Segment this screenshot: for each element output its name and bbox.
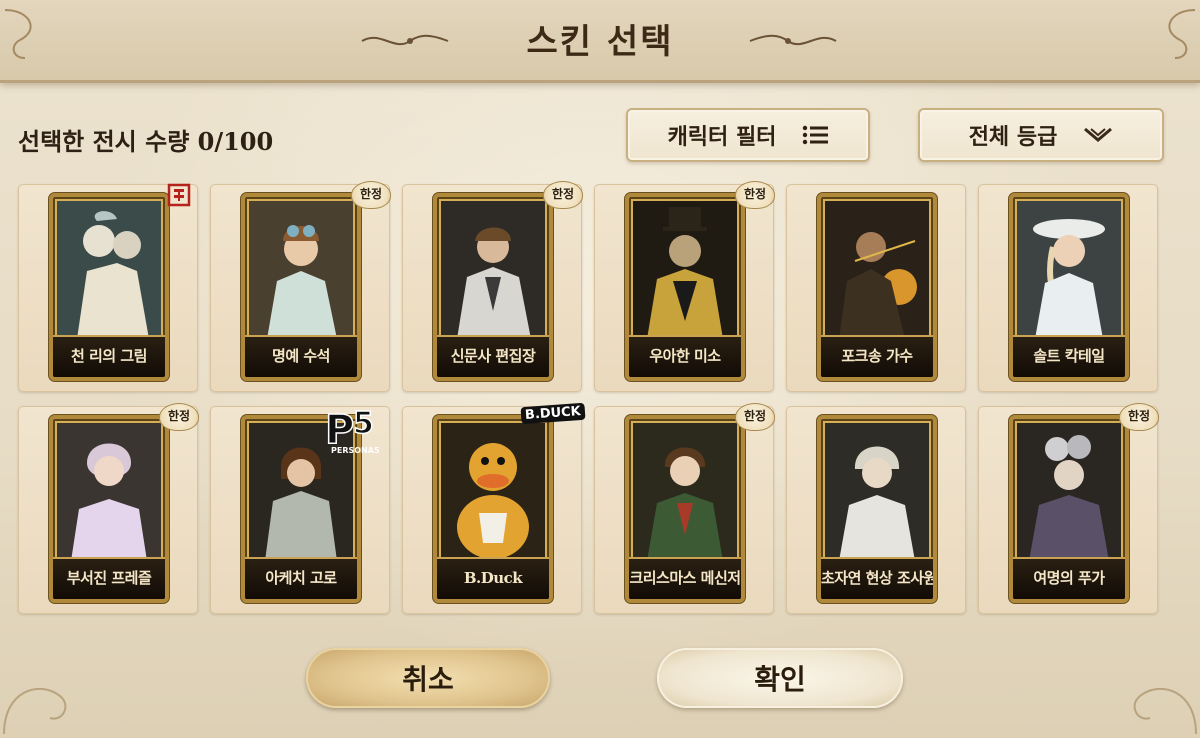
corner-ornament-icon <box>1133 687 1197 735</box>
skin-name: B.Duck <box>437 557 549 599</box>
skin-portrait-image <box>57 201 161 339</box>
corner-ornament-icon <box>1168 9 1196 59</box>
skin-portrait-image <box>825 201 929 339</box>
header-bar: 스킨 선택 <box>0 0 1200 83</box>
page-title: 스킨 선택 <box>526 22 674 62</box>
skin-portrait-image <box>1017 201 1121 339</box>
skin-frame: 크리스마스 메신저 <box>625 415 745 603</box>
confirm-label: 확인 <box>754 663 806 696</box>
skin-name: 포크송 가수 <box>821 335 933 377</box>
character-filter-label: 캐릭터 필터 <box>667 124 777 150</box>
skin-name: 솔트 칵테일 <box>1013 335 1125 377</box>
skin-portrait-image <box>1017 423 1121 561</box>
skin-name: 신문사 편집장 <box>437 335 549 377</box>
skin-card[interactable]: 부서진 프레즐 한정 <box>18 403 199 614</box>
skin-portrait-image <box>441 201 545 339</box>
skin-name: 아케치 고로 <box>245 557 357 599</box>
skin-frame: 초자연 현상 조사원 <box>817 415 937 603</box>
skin-name: 우아한 미소 <box>629 335 741 377</box>
limited-badge: 한정 <box>735 403 775 431</box>
limited-badge: 한정 <box>159 403 199 431</box>
limited-badge: 한정 <box>1119 403 1159 431</box>
confirm-button[interactable]: 확인 <box>657 648 903 708</box>
limited-badge: 한정 <box>543 181 583 209</box>
skin-frame: B.Duck <box>433 415 553 603</box>
skin-card[interactable]: 솔트 칵테일 <box>978 184 1158 392</box>
skin-frame: 신문사 편집장 <box>433 193 553 381</box>
skin-frame: 솔트 칵테일 <box>1009 193 1129 381</box>
skin-card[interactable]: 신문사 편집장 한정 <box>402 181 583 392</box>
skin-name: 초자연 현상 조사원 <box>821 557 933 599</box>
skin-name: 명예 수석 <box>245 335 357 377</box>
list-icon <box>803 125 829 145</box>
selected-count-label: 선택한 전시 수량 0/100 <box>18 127 274 156</box>
skin-select-screen: 스킨 선택 선택한 전시 수량 0/100 캐릭터 필터 전체 등급 천 리의 … <box>0 0 1200 738</box>
skin-portrait-image <box>633 201 737 339</box>
persona5-logo-text: PERSONA5 <box>331 446 380 455</box>
svg-text:5: 5 <box>353 406 374 441</box>
skin-portrait-image <box>633 423 737 561</box>
skin-name: 천 리의 그림 <box>53 335 165 377</box>
skin-frame: 포크송 가수 <box>817 193 937 381</box>
skin-card[interactable]: B.Duck B.DUCK <box>402 402 586 614</box>
cancel-label: 취소 <box>402 663 454 696</box>
skin-frame: 명예 수석 <box>241 193 361 381</box>
skin-frame: 여명의 푸가 <box>1009 415 1129 603</box>
skin-card[interactable]: 초자연 현상 조사원 <box>786 406 966 614</box>
skin-portrait-image <box>249 201 353 339</box>
seal-icon <box>167 183 191 207</box>
limited-badge: 한정 <box>351 181 391 209</box>
skin-name: 여명의 푸가 <box>1013 557 1125 599</box>
bduck-logo: B.DUCK <box>520 402 586 425</box>
grade-dropdown-label: 전체 등급 <box>968 124 1058 150</box>
skin-frame: 부서진 프레즐 <box>49 415 169 603</box>
skin-portrait-image <box>825 423 929 561</box>
corner-ornament-icon <box>3 687 67 735</box>
skin-frame: 우아한 미소 <box>625 193 745 381</box>
skin-frame: 천 리의 그림 <box>49 193 169 381</box>
limited-badge: 한정 <box>735 181 775 209</box>
skin-card[interactable]: 천 리의 그림 <box>18 183 198 392</box>
skin-card[interactable]: 명예 수석 한정 <box>210 181 391 392</box>
character-filter-button[interactable]: 캐릭터 필터 <box>626 108 870 162</box>
skin-card[interactable]: 포크송 가수 <box>786 184 966 392</box>
chevron-down-icon <box>1084 127 1113 142</box>
skin-name: 크리스마스 메신저 <box>629 557 741 599</box>
skin-card[interactable]: 우아한 미소 한정 <box>594 181 775 392</box>
skin-name: 부서진 프레즐 <box>53 557 165 599</box>
grade-dropdown[interactable]: 전체 등급 <box>918 108 1164 162</box>
skin-portrait-image <box>441 423 545 561</box>
skin-portrait-image <box>57 423 161 561</box>
skin-card[interactable]: 여명의 푸가 한정 <box>978 403 1159 614</box>
cancel-button[interactable]: 취소 <box>306 648 550 708</box>
skin-card[interactable]: 아케치 고로 P 5 PERSONA5 <box>210 405 390 614</box>
flourish-right-icon <box>749 34 837 46</box>
skin-card[interactable]: 크리스마스 메신저 한정 <box>594 403 775 614</box>
persona5-logo-icon: P 5 PERSONA5 <box>324 405 380 455</box>
